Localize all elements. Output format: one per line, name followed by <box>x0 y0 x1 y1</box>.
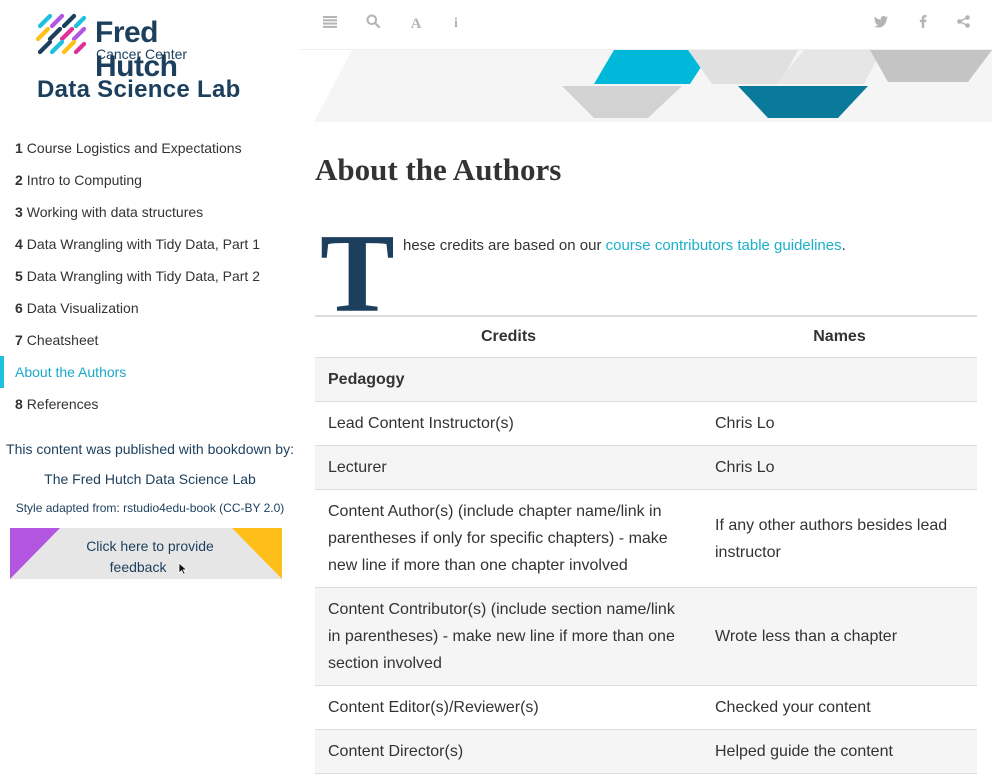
name-cell: Wrote less than a chapter <box>702 587 977 686</box>
name-cell: If any other authors besides lead instru… <box>702 489 977 588</box>
name-cell: Chris Lo <box>702 445 977 490</box>
table-row: Content Director(s) Helped guide the con… <box>315 729 977 774</box>
drop-cap-letter: T <box>320 212 395 336</box>
share-icon[interactable] <box>953 14 973 34</box>
toc-item-intro-computing[interactable]: 2 Intro to Computing <box>0 164 300 196</box>
table-row: Content Author(s) (include chapter name/… <box>315 489 977 588</box>
name-cell <box>702 357 977 402</box>
toc-item-number: 7 <box>15 332 23 348</box>
credit-cell: Content Director(s) <box>315 729 702 774</box>
feedback-purple-corner <box>10 528 60 579</box>
table-header-row: Credits Names <box>315 315 977 358</box>
feedback-label: Click here to provide feedback <box>80 536 220 578</box>
column-header-names: Names <box>702 315 977 358</box>
credit-cell: Content Author(s) (include chapter name/… <box>315 489 702 588</box>
credits-table: Credits Names Pedagogy Lead Content Inst… <box>315 315 977 774</box>
toc-item-label: Data Wrangling with Tidy Data, Part 2 <box>26 268 260 284</box>
twitter-icon[interactable] <box>871 14 891 34</box>
table-row: Content Contributor(s) (include section … <box>315 587 977 686</box>
toc-item-label: Course Logistics and Expectations <box>26 140 242 156</box>
lab-link[interactable]: The Fred Hutch Data Science Lab <box>0 471 300 487</box>
facebook-icon[interactable] <box>913 14 933 34</box>
toc-item-data-visualization[interactable]: 6 Data Visualization <box>0 292 300 324</box>
toc-item-number: 2 <box>15 172 23 188</box>
menu-icon[interactable] <box>320 14 340 34</box>
toc-item-tidy-data-2[interactable]: 5 Data Wrangling with Tidy Data, Part 2 <box>0 260 300 292</box>
toc-item-number: 8 <box>15 396 23 412</box>
toc-item-course-logistics[interactable]: 1 Course Logistics and Expectations <box>0 132 300 164</box>
toc-item-label: Intro to Computing <box>26 172 142 188</box>
cursor-pointer-icon <box>178 561 189 575</box>
toc-item-number: 5 <box>15 268 23 284</box>
toc-item-number: 6 <box>15 300 23 316</box>
toc-item-number: 3 <box>15 204 23 220</box>
fred-hutch-logo[interactable]: Fred Hutch Cancer Center Data Science La… <box>36 12 246 104</box>
table-of-contents: 1 Course Logistics and Expectations 2 Intr… <box>0 132 300 420</box>
table-row: Pedagogy <box>315 357 977 402</box>
logo-dashes-icon <box>36 13 87 55</box>
table-row: Content Editor(s)/Reviewer(s) Checked yo… <box>315 685 977 730</box>
intro-text: hese credits are based on our <box>403 237 606 254</box>
toc-item-cheatsheet[interactable]: 7 Cheatsheet <box>0 324 300 356</box>
toc-item-label: Data Wrangling with Tidy Data, Part 1 <box>26 236 260 252</box>
name-cell: Checked your content <box>702 685 977 730</box>
toc-item-label: Cheatsheet <box>26 332 99 348</box>
toc-item-references[interactable]: 8 References <box>0 388 300 420</box>
logo-lab-name: Data Science Lab <box>37 76 241 103</box>
intro-paragraph: hese credits are based on our course con… <box>403 236 846 256</box>
feedback-button[interactable]: Click here to provide feedback <box>10 528 282 579</box>
sidebar: Fred Hutch Cancer Center Data Science La… <box>0 0 300 744</box>
feedback-line-1: Click here to provide <box>86 538 214 554</box>
book-toolbar: A i <box>300 0 992 50</box>
toc-item-label: About the Authors <box>15 364 127 380</box>
info-icon[interactable]: i <box>446 14 466 34</box>
toc-item-about-authors[interactable]: About the Authors <box>0 356 300 388</box>
credit-cell: Pedagogy <box>315 357 702 402</box>
credit-cell: Content Editor(s)/Reviewer(s) <box>315 685 702 730</box>
published-with-text: This content was published with bookdown… <box>6 441 294 457</box>
contributors-guidelines-link[interactable]: course contributors table guidelines <box>606 237 842 254</box>
toc-item-data-structures[interactable]: 3 Working with data structures <box>0 196 300 228</box>
intro-end: . <box>841 237 846 254</box>
search-icon[interactable] <box>363 14 383 34</box>
credit-cell: Content Contributor(s) (include section … <box>315 587 702 686</box>
toc-item-tidy-data-1[interactable]: 4 Data Wrangling with Tidy Data, Part 1 <box>0 228 300 260</box>
page-title: About the Authors <box>315 152 562 187</box>
font-settings-icon[interactable]: A <box>406 14 426 34</box>
credit-cell: Lecturer <box>315 445 702 490</box>
table-row: Lead Content Instructor(s) Chris Lo <box>315 401 977 446</box>
toc-item-label: Data Visualization <box>26 300 139 316</box>
logo-subtitle: Cancer Center <box>96 46 188 62</box>
feedback-yellow-corner <box>232 528 282 579</box>
name-cell: Chris Lo <box>702 401 977 446</box>
header-banner-graphic <box>314 50 992 122</box>
table-row: Lecturer Chris Lo <box>315 445 977 490</box>
toc-item-number: 4 <box>15 236 23 252</box>
column-header-credits: Credits <box>315 315 702 358</box>
name-cell: Helped guide the content <box>702 729 977 774</box>
toc-item-label: Working with data structures <box>26 204 204 220</box>
toc-item-label: References <box>26 396 99 412</box>
credit-cell: Lead Content Instructor(s) <box>315 401 702 446</box>
toc-item-number: 1 <box>15 140 23 156</box>
feedback-line-2: feedback <box>109 559 167 575</box>
style-credit[interactable]: Style adapted from: rstudio4edu-book (CC… <box>0 501 300 515</box>
